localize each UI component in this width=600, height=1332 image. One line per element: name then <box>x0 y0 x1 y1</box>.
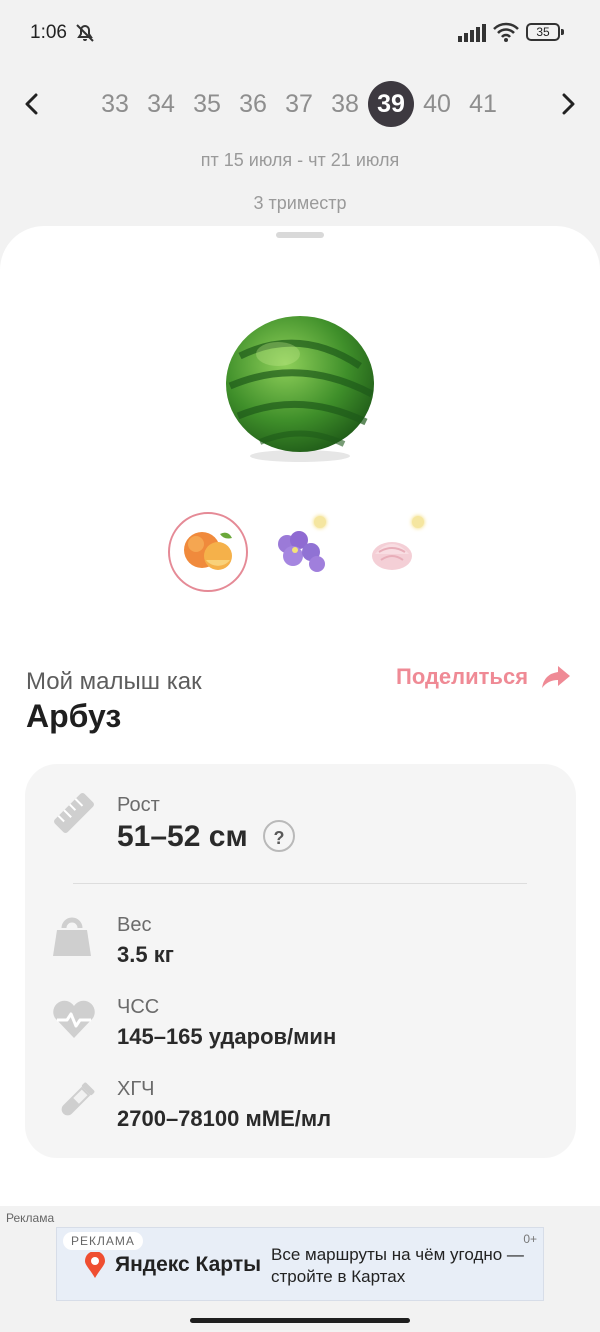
signal-icon <box>458 24 486 42</box>
week-item[interactable]: 33 <box>92 81 138 127</box>
help-button[interactable]: ? <box>263 820 295 852</box>
ad-text: Все маршруты на чём угодно — стройте в К… <box>271 1245 524 1286</box>
hcg-label: ХГЧ <box>117 1078 155 1100</box>
share-arrow-icon <box>542 666 571 688</box>
marshmallow-option[interactable] <box>352 512 432 592</box>
peach-image <box>184 532 232 570</box>
week-item[interactable]: 36 <box>230 81 276 127</box>
weight-label: Вес <box>117 914 152 936</box>
ad-banner[interactable]: РЕКЛАМА 0+ Яндекс Карты Все маршруты на … <box>56 1227 544 1301</box>
chevron-left-icon <box>25 93 38 115</box>
wifi-icon <box>493 22 519 42</box>
week-item[interactable]: 35 <box>184 81 230 127</box>
week-item[interactable]: 37 <box>276 81 322 127</box>
week-item-selected[interactable]: 39 <box>368 81 414 127</box>
week-item[interactable]: 34 <box>138 81 184 127</box>
map-pin-icon <box>85 1252 105 1278</box>
next-week-button[interactable] <box>550 86 586 122</box>
status-bar: 1:06 35 <box>0 0 600 66</box>
clock: 1:06 <box>30 22 67 43</box>
ad-tag: РЕКЛАМА <box>63 1232 143 1250</box>
height-label: Рост <box>117 794 160 816</box>
metrics-card: Рост 51–52 см ? Вес 3.5 кг ЧСС 145–165 у… <box>25 764 576 1158</box>
comparison-options <box>168 512 438 594</box>
height-value: 51–52 см <box>117 820 248 853</box>
fruit-name: Арбуз <box>26 698 122 734</box>
share-button[interactable]: Поделиться <box>396 664 572 690</box>
week-list: 33 34 35 36 37 38 39 40 41 <box>92 80 506 128</box>
marshmallow-image <box>372 542 412 570</box>
week-date-range: пт 15 июля - чт 21 июля <box>200 150 400 170</box>
week-item[interactable]: 41 <box>460 81 506 127</box>
premium-badge-icon <box>314 516 326 528</box>
week-navigator: 33 34 35 36 37 38 39 40 41 <box>0 80 600 128</box>
violet-option[interactable] <box>260 512 340 592</box>
prev-week-button[interactable] <box>14 86 50 122</box>
week-item[interactable]: 40 <box>414 81 460 127</box>
violet-flower-image <box>278 531 325 572</box>
heart-rate-icon <box>53 1000 95 1038</box>
heart-rate-value: 145–165 ударов/мин <box>117 1024 337 1049</box>
content-sheet: Мой малыш как Арбуз Поделиться Рост 51–5… <box>0 226 600 1206</box>
battery-icon: 35 <box>526 23 564 41</box>
ad-label: Реклама <box>6 1211 55 1225</box>
comparison-lead: Мой малыш как <box>26 668 202 695</box>
peach-option[interactable] <box>168 512 248 592</box>
drag-handle[interactable] <box>276 232 324 238</box>
share-label: Поделиться <box>396 664 529 689</box>
home-indicator[interactable] <box>190 1318 410 1323</box>
trimester-label: 3 триместр <box>253 193 347 213</box>
mute-icon <box>76 24 94 42</box>
watermelon-image <box>226 316 374 462</box>
premium-badge-icon <box>412 516 424 528</box>
week-item[interactable]: 38 <box>322 81 368 127</box>
weight-value: 3.5 кг <box>117 942 174 967</box>
heart-rate-label: ЧСС <box>117 996 160 1018</box>
ad-brand-name: Яндекс Карты <box>115 1253 262 1276</box>
ad-brand: Яндекс Карты <box>85 1252 261 1278</box>
ruler-icon <box>54 793 94 833</box>
chevron-right-icon <box>562 93 575 115</box>
hcg-value: 2700–78100 мМЕ/мл <box>117 1106 332 1131</box>
divider <box>73 883 527 884</box>
test-tube-icon <box>61 1082 95 1116</box>
weight-icon <box>53 917 91 956</box>
